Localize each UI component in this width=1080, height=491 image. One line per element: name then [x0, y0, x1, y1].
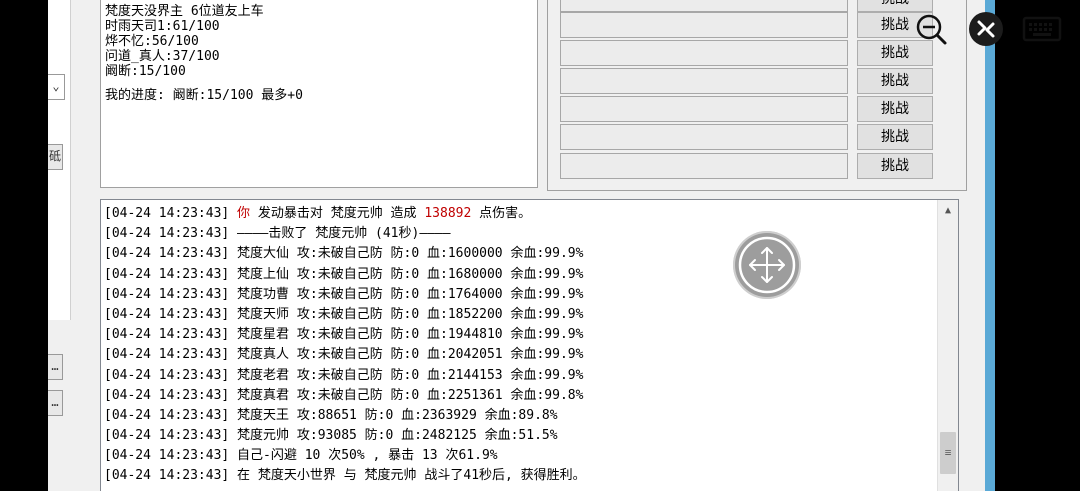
- blue-window-edge: [985, 0, 995, 491]
- challenge-row: 挑战: [560, 68, 933, 94]
- log-text: 梵度上仙 攻:未破自己防 防:0 血:1680000 余血:99.9%: [229, 266, 584, 282]
- log-text: 梵度天王 攻:88651 防:0 血:2363929 余血:89.8%: [229, 407, 558, 423]
- log-text: 梵度真人 攻:未破自己防 防:0 血:2042051 余血:99.9%: [229, 347, 584, 363]
- challenge-slot: [560, 96, 848, 122]
- info-line: 烨不忆:56/100: [105, 34, 199, 49]
- move-icon[interactable]: [733, 231, 801, 299]
- challenge-button[interactable]: 挑战: [857, 124, 933, 150]
- log-timestamp: [04-24 14:23:43]: [104, 206, 230, 221]
- info-line: 时雨天司1:61/100: [105, 19, 220, 34]
- log-line: [04-24 14:23:43] 在 梵度天小世界 与 梵度元帅 战斗了41秒后…: [104, 466, 930, 486]
- challenge-panel: 挑战 挑战 挑战 挑战 挑战 挑战 挑战: [547, 0, 967, 191]
- app-window: ⌄ 砥 … … 梵度天没界主 6位道友上车 时雨天司1:61/100 烨不忆:5…: [48, 0, 990, 491]
- log-line: [04-24 14:23:43] ————击败了 梵度元帅 (41秒)————: [104, 224, 930, 244]
- challenge-slot: [560, 68, 848, 94]
- info-line: 阚断:15/100: [105, 64, 186, 79]
- left-button-3[interactable]: …: [48, 390, 63, 416]
- remote-connect-icon[interactable]: [967, 10, 1005, 50]
- challenge-slot: [560, 124, 848, 150]
- log-line: [04-24 14:23:43] 梵度真君 攻:未破自己防 防:0 血:2251…: [104, 386, 930, 406]
- log-line: [04-24 14:23:43] 你 发动暴击对 梵度元帅 造成 138892 点…: [104, 204, 930, 224]
- challenge-row: 挑战: [560, 40, 933, 66]
- log-timestamp: [04-24 14:23:43]: [104, 428, 230, 444]
- challenge-slot: [560, 40, 848, 66]
- log-text: 梵度大仙 攻:未破自己防 防:0 血:1600000 余血:99.9%: [229, 246, 584, 262]
- log-highlight: 你: [237, 206, 251, 221]
- log-timestamp: [04-24 14:23:43]: [104, 266, 230, 282]
- black-margin-right: [995, 0, 1080, 491]
- log-line: [04-24 14:23:43] 梵度大仙 攻:未破自己防 防:0 血:1600…: [104, 244, 930, 264]
- log-line: [04-24 14:23:43] 梵度真人 攻:未破自己防 防:0 血:2042…: [104, 345, 930, 365]
- zoom-out-icon[interactable]: [910, 10, 952, 50]
- log-scrollbar[interactable]: ▲ ≡: [937, 200, 958, 491]
- challenge-button[interactable]: 挑战: [857, 96, 933, 122]
- log-text: 梵度元帅 攻:93085 防:0 血:2482125 余血:51.5%: [229, 428, 558, 444]
- log-text: 梵度天师 攻:未破自己防 防:0 血:1852200 余血:99.9%: [229, 306, 584, 322]
- log-timestamp: [04-24 14:23:43]: [104, 407, 230, 423]
- log-timestamp: [04-24 14:23:43]: [104, 306, 230, 322]
- challenge-row: 挑战: [560, 153, 933, 179]
- log-text: ————击败了 梵度元帅 (41秒)————: [229, 226, 451, 242]
- info-line: 问道_真人:37/100: [105, 49, 220, 64]
- log-timestamp: [04-24 14:23:43]: [104, 468, 230, 484]
- challenge-row: 挑战: [560, 12, 933, 38]
- left-button[interactable]: 砥: [48, 144, 63, 170]
- log-timestamp: [04-24 14:23:43]: [104, 246, 230, 262]
- log-timestamp: [04-24 14:23:43]: [104, 367, 230, 383]
- log-text: 自己-闪避 10 次50% , 暴击 13 次61.9%: [229, 448, 498, 464]
- challenge-row: 挑战: [560, 124, 933, 150]
- log-text: 在 梵度天小世界 与 梵度元帅 战斗了41秒后, 获得胜利。: [229, 468, 586, 484]
- log-timestamp: [04-24 14:23:43]: [104, 226, 230, 242]
- log-timestamp: [04-24 14:23:43]: [104, 448, 230, 464]
- log-line: [04-24 14:23:43] 梵度功曹 攻:未破自己防 防:0 血:1764…: [104, 285, 930, 305]
- battle-log[interactable]: [04-24 14:23:43] 你 发动暴击对 梵度元帅 造成 138892 点…: [100, 199, 959, 491]
- challenge-row: 挑战: [560, 0, 933, 12]
- challenge-slot: [560, 0, 848, 12]
- challenge-button[interactable]: 挑战: [857, 68, 933, 94]
- log-text: 梵度老君 攻:未破自己防 防:0 血:2144153 余血:99.9%: [229, 367, 584, 383]
- challenge-row: 挑战: [560, 96, 933, 122]
- log-line: [04-24 14:23:43] 梵度老君 攻:未破自己防 防:0 血:2144…: [104, 366, 930, 386]
- log-timestamp: [04-24 14:23:43]: [104, 327, 230, 343]
- scroll-thumb[interactable]: ≡: [940, 432, 956, 474]
- log-lines: [04-24 14:23:43] 你 发动暴击对 梵度元帅 造成 138892 点…: [104, 204, 930, 487]
- log-timestamp: [04-24 14:23:43]: [104, 347, 230, 363]
- challenge-button[interactable]: 挑战: [857, 153, 933, 179]
- info-line: 梵度天没界主 6位道友上车: [105, 4, 264, 19]
- log-line: [04-24 14:23:43] 梵度天王 攻:88651 防:0 血:2363…: [104, 406, 930, 426]
- info-panel: 梵度天没界主 6位道友上车 时雨天司1:61/100 烨不忆:56/100 问道…: [100, 0, 538, 188]
- log-text: 梵度星君 攻:未破自己防 防:0 血:1944810 余血:99.9%: [229, 327, 584, 343]
- black-margin-left: [0, 0, 48, 491]
- log-timestamp: [04-24 14:23:43]: [104, 387, 230, 403]
- log-line: [04-24 14:23:43] 自己-闪避 10 次50% , 暴击 13 次…: [104, 446, 930, 466]
- log-text: 梵度真君 攻:未破自己防 防:0 血:2251361 余血:99.8%: [229, 387, 584, 403]
- log-highlight: 138892: [424, 206, 472, 221]
- log-text: 点伤害。: [471, 206, 532, 221]
- log-timestamp: [04-24 14:23:43]: [104, 286, 230, 302]
- log-text: 发动暴击对 梵度元帅 造成: [250, 206, 425, 221]
- scroll-up-arrow-icon[interactable]: ▲: [938, 202, 958, 220]
- my-progress: 我的进度: 阚断:15/100 最多+0: [105, 88, 303, 103]
- log-text: 梵度功曹 攻:未破自己防 防:0 血:1764000 余血:99.9%: [229, 286, 584, 302]
- left-button-2[interactable]: …: [48, 354, 63, 380]
- challenge-slot: [560, 12, 848, 38]
- log-line: [04-24 14:23:43] 梵度上仙 攻:未破自己防 防:0 血:1680…: [104, 265, 930, 285]
- select-dropdown[interactable]: ⌄: [48, 74, 65, 100]
- challenge-slot: [560, 153, 848, 179]
- log-line: [04-24 14:23:43] 梵度星君 攻:未破自己防 防:0 血:1944…: [104, 325, 930, 345]
- keyboard-icon[interactable]: [1020, 10, 1064, 50]
- log-line: [04-24 14:23:43] 梵度天师 攻:未破自己防 防:0 血:1852…: [104, 305, 930, 325]
- log-line: [04-24 14:23:43] 梵度元帅 攻:93085 防:0 血:2482…: [104, 426, 930, 446]
